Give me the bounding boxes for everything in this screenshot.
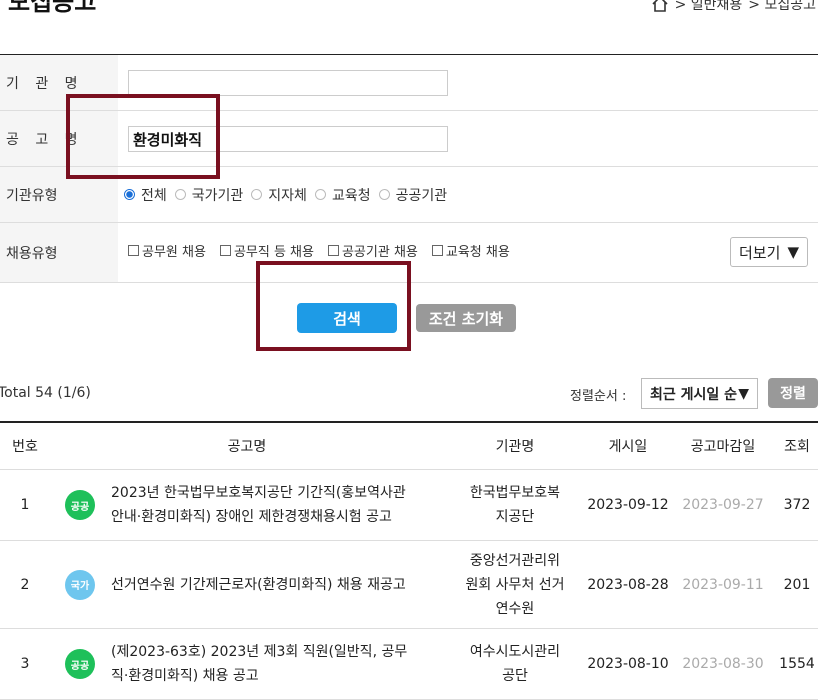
row-org: 한국법무보호복 지공단 [444,469,586,541]
breadcrumb-item-general-hire[interactable]: > 일반채용 [675,0,743,14]
sort-select[interactable]: 최근 게시일 순 ▼ [641,378,758,409]
radio-national[interactable]: 국가기관 [174,185,244,205]
checkbox-label: 공무직 등 채용 [233,245,314,260]
check-public-service[interactable]: 공무직 등 채용 [219,241,314,260]
row-org-line: 중앙선거관리위 [469,552,561,569]
row-org-line: 공단 [502,668,528,684]
row-posted-date: 2023-08-28 [586,540,670,629]
radio-icon[interactable] [174,189,186,200]
category-badge: 공공 [65,649,95,679]
row-title-link[interactable]: 2023년 한국법무보호복지공단 기간직(홍보역사관 안내·환경미화직) 장애인… [111,481,406,529]
row-title-line: 안내·환경미화직) 장애인 제한경쟁채용시험 공고 [111,509,392,525]
radio-education[interactable]: 교육청 [314,185,371,205]
row-org-line: 원회 사무처 선거 [465,576,565,593]
checkbox-label: 공공기관 채용 [341,245,418,260]
column-header-deadline: 공고마감일 [670,422,776,470]
checkbox-icon[interactable] [327,245,339,256]
row-title-cell: 국가 선거연수원 기간제근로자(환경미화직) 채용 재공고 [50,540,444,629]
row-number: 1 [0,469,50,541]
radio-icon[interactable] [314,189,326,200]
radio-local-gov[interactable]: 지자체 [251,185,307,205]
row-deadline: 2023-09-27 [670,469,776,541]
row-views: 1554 [776,628,818,700]
radio-public[interactable]: 공공기관 [378,185,448,205]
checkbox-icon[interactable] [219,245,231,256]
row-title-cell: 공공 2023년 한국법무보호복지공단 기간직(홍보역사관 안내·환경미화직) … [50,469,444,541]
category-badge: 공공 [65,490,95,520]
radio-icon[interactable] [251,189,263,200]
radio-label: 공공기관 [395,187,448,204]
check-public-agency[interactable]: 공공기관 채용 [327,241,418,260]
row-title-cell: 공공 (제2023-63호) 2023년 제3회 직원(일반직, 공무 직·환경… [50,628,444,700]
row-title-line: (제2023-63호) 2023년 제3회 직원(일반직, 공무 [111,644,408,660]
radio-label: 교육청 [331,187,371,204]
row-views: 201 [776,540,818,629]
caret-down-icon: ▼ [738,385,749,402]
highlight-box-search-button [256,261,411,351]
home-icon[interactable] [651,0,669,13]
radio-icon[interactable] [378,189,390,200]
row-title-line: 직·환경미화직) 채용 공고 [111,668,259,684]
results-table: 번호 공고명 기관명 게시일 공고마감일 조회 1 공공 2023년 한국법무보… [0,421,818,700]
row-number: 2 [0,540,50,629]
radio-label: 국가기관 [191,187,244,204]
row-title-line: 선거연수원 기간제근로자(환경미화직) 채용 재공고 [111,576,406,593]
column-header-posted: 게시일 [586,422,670,470]
row-title-line: 2023년 한국법무보호복지공단 기간직(홍보역사관 [111,485,406,501]
org-name-input[interactable] [128,70,448,96]
check-civil-servant[interactable]: 공무원 채용 [128,241,206,260]
row-title-link[interactable]: 선거연수원 기간제근로자(환경미화직) 채용 재공고 [111,573,406,597]
more-label: 더보기 [739,243,781,262]
table-row[interactable]: 3 공공 (제2023-63호) 2023년 제3회 직원(일반직, 공무 직·… [0,628,818,700]
row-org: 여수시도시관리 공단 [444,628,586,700]
column-header-title: 공고명 [50,422,444,470]
sort-button[interactable]: 정렬 [768,378,818,408]
checkbox-label: 교육청 채용 [445,245,510,260]
row-deadline: 2023-08-30 [670,628,776,700]
highlight-box-notice-input [66,94,220,179]
column-header-number: 번호 [0,422,50,470]
sort-label: 정렬순서 : [570,389,627,404]
row-posted-date: 2023-08-10 [586,628,670,700]
total-count: Total 54 (1/6) [0,385,91,401]
row-number: 3 [0,628,50,700]
page-title: 모집공고 [8,0,97,16]
caret-down-icon: ▼ [787,243,799,261]
radio-label: 지자체 [268,187,307,204]
row-deadline: 2023-09-11 [670,540,776,629]
checkbox-label: 공무원 채용 [142,245,206,260]
column-header-views: 조회 [776,422,818,470]
breadcrumb: > 일반채용 > 모집공고 [651,0,816,14]
radio-all[interactable]: 전체 [124,185,167,205]
row-org-line: 한국법무보호복 [469,485,561,501]
more-button[interactable]: 더보기 ▼ [730,237,808,267]
row-posted-date: 2023-09-12 [586,469,670,541]
category-badge: 국가 [65,569,95,600]
checkbox-icon[interactable] [128,245,139,256]
radio-selected-icon[interactable] [124,189,135,200]
hire-type-label: 채용유형 [0,223,118,282]
table-row[interactable]: 2 국가 선거연수원 기간제근로자(환경미화직) 채용 재공고 중앙선거관리위 … [0,540,818,629]
radio-label: 전체 [141,187,167,204]
row-views: 372 [776,469,818,541]
row-org: 중앙선거관리위 원회 사무처 선거 연수원 [444,540,586,629]
check-education[interactable]: 교육청 채용 [431,241,510,260]
table-row[interactable]: 1 공공 2023년 한국법무보호복지공단 기간직(홍보역사관 안내·환경미화직… [0,469,818,541]
sort-value: 최근 게시일 순 [650,386,738,403]
row-org-line: 여수시도시관리 [469,644,561,660]
checkbox-icon[interactable] [431,245,443,256]
row-title-link[interactable]: (제2023-63호) 2023년 제3회 직원(일반직, 공무 직·환경미화직… [111,640,407,688]
reset-button[interactable]: 조건 초기화 [416,304,516,332]
column-header-org: 기관명 [444,422,586,470]
breadcrumb-item-notices[interactable]: > 모집공고 [748,0,816,14]
table-header-row: 번호 공고명 기관명 게시일 공고마감일 조회 [0,422,818,470]
row-org-line: 연수원 [495,600,535,617]
row-org-line: 지공단 [495,509,535,525]
